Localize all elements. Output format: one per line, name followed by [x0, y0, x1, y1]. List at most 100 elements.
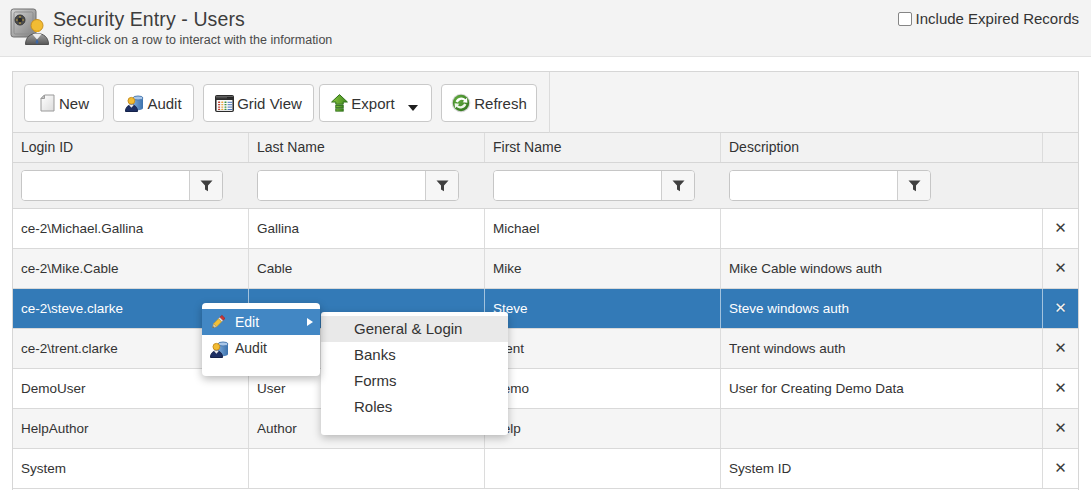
submenu-item-roles[interactable]: Roles — [321, 394, 508, 420]
button-label: Refresh — [474, 95, 527, 112]
cell-delete: ✕ — [1043, 449, 1078, 488]
grid-filter-row — [13, 163, 1078, 209]
table-row-helpauthor[interactable]: HelpAuthorAuthorHelp✕ — [13, 409, 1078, 449]
cell-desc: Trent windows auth — [721, 329, 1043, 368]
export-icon — [331, 94, 348, 112]
delete-row-icon[interactable]: ✕ — [1054, 341, 1067, 356]
button-label: New — [59, 95, 89, 112]
filter-cell-login-id — [13, 163, 249, 208]
filter-cell-description — [721, 163, 1043, 208]
cell-last: Gallina — [249, 209, 485, 248]
context-submenu: General & LoginBanksFormsRoles — [321, 312, 508, 435]
filter-input-login-id[interactable] — [22, 171, 189, 200]
filter-cell-last-name — [249, 163, 485, 208]
grid-body: ce-2\Michael.GallinaGallinaMichael✕ce-2\… — [13, 209, 1078, 489]
button-label: Export — [351, 95, 394, 112]
refresh-icon — [451, 93, 471, 113]
table-row-system[interactable]: System System ID ✕ — [13, 449, 1078, 489]
filter-menu-button[interactable] — [425, 171, 458, 200]
column-header-login-id[interactable]: Login ID — [13, 133, 249, 162]
context-menu-item-label: Audit — [235, 340, 267, 356]
cell-delete: ✕ — [1043, 249, 1078, 288]
include-expired-records[interactable]: Include Expired Records — [898, 10, 1079, 27]
filter-group — [493, 170, 695, 201]
filter-input-description[interactable] — [730, 171, 897, 200]
cell-first: Demo — [485, 369, 721, 408]
new-document-icon — [39, 94, 56, 112]
delete-row-icon[interactable]: ✕ — [1054, 261, 1067, 276]
cell-first — [485, 449, 721, 488]
table-row-ce-2-trent-clarke[interactable]: ce-2\trent.clarkeClarkeTrentTrent window… — [13, 329, 1078, 369]
refresh-button[interactable]: Refresh — [441, 84, 537, 122]
delete-row-icon[interactable]: ✕ — [1054, 381, 1067, 396]
submenu-item-general-login[interactable]: General & Login — [321, 316, 508, 342]
button-label: Audit — [147, 95, 181, 112]
filter-group — [257, 170, 459, 201]
cell-delete: ✕ — [1043, 329, 1078, 368]
column-header-delete — [1043, 133, 1078, 162]
filter-menu-button[interactable] — [897, 171, 930, 200]
filter-input-last-name[interactable] — [258, 171, 425, 200]
filter-funnel-icon — [672, 180, 685, 192]
cell-first: Steve — [485, 289, 721, 328]
include-expired-checkbox[interactable] — [898, 12, 912, 26]
dropdown-caret-icon[interactable] — [408, 105, 418, 111]
grid-header-row: Login IDLast NameFirst NameDescription — [13, 133, 1078, 163]
cell-desc: User for Creating Demo Data — [721, 369, 1043, 408]
cell-first: Help — [485, 409, 721, 448]
cell-delete: ✕ — [1043, 289, 1078, 328]
context-menu-item-edit[interactable]: Edit — [202, 309, 320, 335]
users-grid: New Audit Grid View Export — [12, 71, 1079, 490]
cell-login: ce-2\Michael.Gallina — [13, 209, 249, 248]
grid-view-button[interactable]: Grid View — [203, 84, 314, 122]
context-menu-item-audit[interactable]: Audit — [202, 335, 320, 361]
page-title: Security Entry - Users — [53, 8, 332, 31]
cell-desc — [721, 209, 1043, 248]
edit-pencil-icon — [210, 314, 226, 330]
delete-row-icon[interactable]: ✕ — [1054, 421, 1067, 436]
cell-login: ce-2\Mike.Cable — [13, 249, 249, 288]
cell-desc: System ID — [721, 449, 1043, 488]
cell-desc: Steve windows auth — [721, 289, 1043, 328]
audit-user-icon — [125, 94, 144, 112]
filter-menu-button[interactable] — [189, 171, 222, 200]
filter-funnel-icon — [200, 180, 213, 192]
grid-view-icon — [215, 95, 234, 112]
context-menu-item-label: Edit — [235, 314, 259, 330]
cell-desc: Mike Cable windows auth — [721, 249, 1043, 288]
delete-row-icon[interactable]: ✕ — [1054, 461, 1067, 476]
filter-group — [729, 170, 931, 201]
cell-login: HelpAuthor — [13, 409, 249, 448]
submenu-arrow-icon — [307, 318, 313, 326]
column-header-first-name[interactable]: First Name — [485, 133, 721, 162]
cell-desc — [721, 409, 1043, 448]
filter-cell-first-name — [485, 163, 721, 208]
cell-last — [249, 449, 485, 488]
filter-input-first-name[interactable] — [494, 171, 661, 200]
column-header-last-name[interactable]: Last Name — [249, 133, 485, 162]
table-row-ce-2-mike-cable[interactable]: ce-2\Mike.CableCableMikeMike Cable windo… — [13, 249, 1078, 289]
grid-toolbar-buttons: New Audit Grid View Export — [13, 72, 550, 133]
audit-button[interactable]: Audit — [113, 84, 194, 122]
grid-toolbar: New Audit Grid View Export — [13, 72, 1078, 133]
context-menu: Edit Audit — [202, 303, 320, 376]
page-titles: Security Entry - Users Right-click on a … — [53, 8, 332, 48]
column-header-description[interactable]: Description — [721, 133, 1043, 162]
table-row-ce-2-steve-clarke[interactable]: ce-2\steve.clarkeClarkeSteveSteve window… — [13, 289, 1078, 329]
filter-funnel-icon — [908, 180, 921, 192]
delete-row-icon[interactable]: ✕ — [1054, 301, 1067, 316]
cell-last: Cable — [249, 249, 485, 288]
submenu-item-forms[interactable]: Forms — [321, 368, 508, 394]
table-row-ce-2-michael-gallina[interactable]: ce-2\Michael.GallinaGallinaMichael✕ — [13, 209, 1078, 249]
table-row-demouser[interactable]: DemoUserUserDemoUser for Creating Demo D… — [13, 369, 1078, 409]
cell-delete: ✕ — [1043, 369, 1078, 408]
submenu-item-banks[interactable]: Banks — [321, 342, 508, 368]
filter-group — [21, 170, 223, 201]
delete-row-icon[interactable]: ✕ — [1054, 221, 1067, 236]
security-entry-users-page: Security Entry - Users Right-click on a … — [0, 0, 1091, 490]
cell-login: System — [13, 449, 249, 488]
export-button[interactable]: Export — [319, 84, 432, 122]
filter-menu-button[interactable] — [661, 171, 694, 200]
new-button[interactable]: New — [24, 84, 104, 122]
filter-cell-delete — [1043, 163, 1078, 208]
